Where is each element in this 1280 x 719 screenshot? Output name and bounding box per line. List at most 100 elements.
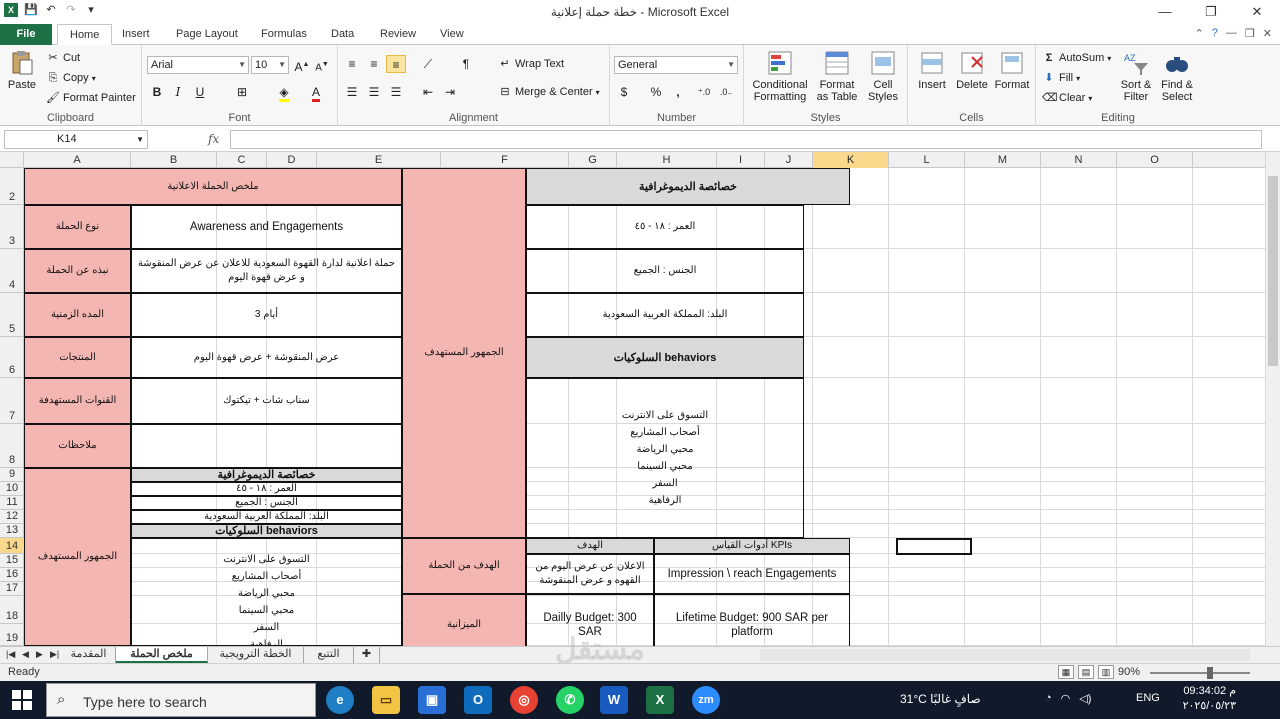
column-header[interactable]: D [267, 152, 317, 168]
prev-sheet-icon[interactable]: ◀ [22, 649, 29, 660]
about-value[interactable]: حملة اعلانية لدارة القهوة السعودية للاعل… [131, 249, 402, 293]
next-sheet-icon[interactable]: ▶ [36, 649, 43, 660]
active-cell-cursor[interactable] [896, 538, 972, 555]
zoom-level[interactable]: 90% [1118, 666, 1140, 678]
row-header[interactable]: 6 [0, 337, 24, 378]
duration-value[interactable]: أيام 3 [131, 293, 402, 337]
orientation-icon[interactable]: ⟋ [418, 55, 438, 73]
behaviors-list-small[interactable]: التسوق على الانترنت أصحاب المشاريع محبي … [131, 538, 402, 646]
merge-center-button[interactable]: ⊟ Merge & Center ▾ [498, 85, 599, 99]
insert-cells-button[interactable]: Insert [912, 49, 952, 91]
percent-icon[interactable]: % [646, 83, 666, 101]
shrink-font-icon[interactable]: A▼ [312, 56, 332, 74]
close-button[interactable]: ✕ [1234, 0, 1280, 24]
search-input[interactable]: Type here to search [83, 694, 207, 710]
sheet-tab-summary[interactable]: ملخص الحملة [116, 647, 208, 663]
row-header[interactable]: 7 [0, 378, 24, 424]
edge-icon[interactable]: e [326, 686, 354, 714]
fill-color-icon[interactable]: ◈ [274, 83, 294, 102]
help-icon[interactable]: ? [1212, 27, 1218, 40]
behaviors-list[interactable]: التسوق على الانترنت أصحاب المشاريع محبي … [526, 378, 804, 538]
font-color-icon[interactable]: A [306, 83, 326, 102]
sheet-tab-promo-plan[interactable]: الخطة الترويجية [208, 647, 304, 663]
minimize-ribbon-icon[interactable]: ⌃ [1195, 27, 1204, 40]
align-middle-icon[interactable]: ≡ [364, 55, 384, 73]
align-top-icon[interactable]: ≡ [342, 55, 362, 73]
outlook-icon[interactable]: O [464, 686, 492, 714]
tab-file[interactable]: File [0, 24, 52, 45]
page-break-view-icon[interactable]: ▥ [1098, 665, 1114, 679]
row-header[interactable]: 14 [0, 538, 24, 554]
row-header[interactable]: 5 [0, 293, 24, 337]
row-header[interactable]: 3 [0, 205, 24, 249]
row-header[interactable]: 13 [0, 524, 24, 538]
column-header[interactable]: H [617, 152, 717, 168]
workbook-restore-icon[interactable]: ❐ [1245, 27, 1255, 40]
row-header[interactable]: 4 [0, 249, 24, 293]
tab-view[interactable]: View [428, 24, 476, 45]
currency-icon[interactable]: $ [614, 83, 634, 101]
column-header[interactable]: C [217, 152, 267, 168]
last-sheet-icon[interactable]: ▶| [50, 649, 59, 660]
row-header[interactable]: 2 [0, 168, 24, 205]
column-header[interactable]: B [131, 152, 217, 168]
italic-button[interactable]: I [168, 83, 188, 101]
channels-value[interactable]: سناب شات + تيكتوك [131, 378, 402, 424]
store-icon[interactable]: ▣ [418, 686, 446, 714]
campaign-type-value[interactable]: Awareness and Engagements [131, 205, 402, 249]
font-size-select[interactable]: 10 ▼ [251, 56, 289, 74]
workbook-minimize-icon[interactable]: — [1226, 27, 1237, 40]
duration-label[interactable]: المده الزمنية [24, 293, 131, 337]
behaviors-title-small[interactable]: السلوكيات behaviors [131, 524, 402, 538]
behaviors-title[interactable]: السلوكيات behaviors [526, 337, 804, 378]
row-header[interactable]: 9 [0, 468, 24, 482]
vertical-scrollbar[interactable] [1265, 152, 1280, 646]
tab-formulas[interactable]: Formulas [249, 24, 319, 45]
sheet-tab-intro[interactable]: المقدمة [62, 647, 116, 663]
format-painter-button[interactable]: 🖌 Format Painter [46, 91, 136, 105]
products-label[interactable]: المنتجات [24, 337, 131, 378]
zoom-slider-knob[interactable] [1207, 667, 1213, 679]
row-header[interactable]: 19 [0, 624, 24, 646]
column-header[interactable]: A [24, 152, 131, 168]
demographics-title[interactable]: خصائصة الديموغرافية [526, 168, 850, 205]
column-header[interactable]: O [1117, 152, 1193, 168]
kpi-header[interactable]: أدوات القياس KPIs [654, 538, 850, 554]
word-icon[interactable]: W [600, 686, 628, 714]
tab-insert[interactable]: Insert [110, 24, 162, 45]
scrollbar-thumb[interactable] [1268, 176, 1278, 366]
format-cells-button[interactable]: Format [992, 49, 1032, 91]
row-header[interactable]: 17 [0, 582, 24, 596]
channels-label[interactable]: القنوات المستهدفة [24, 378, 131, 424]
bold-button[interactable]: B [147, 83, 167, 101]
minimize-button[interactable]: — [1142, 0, 1188, 24]
restore-button[interactable]: ❐ [1188, 0, 1234, 24]
first-sheet-icon[interactable]: |◀ [6, 649, 15, 660]
comma-icon[interactable]: , [668, 83, 688, 101]
products-value[interactable]: عرض المنقوشة + عرض قهوة اليوم [131, 337, 402, 378]
file-explorer-icon[interactable]: ▭ [372, 686, 400, 714]
normal-view-icon[interactable]: ▦ [1058, 665, 1074, 679]
wrap-text-button[interactable]: ↵ Wrap Text [498, 57, 564, 71]
insert-function-icon[interactable]: fx [208, 132, 219, 146]
number-format-select[interactable]: General ▼ [614, 56, 738, 74]
zoom-slider[interactable] [1150, 672, 1250, 674]
wifi-icon[interactable]: ◠ [1061, 692, 1071, 705]
align-left-icon[interactable]: ☰ [342, 83, 362, 101]
increase-indent-icon[interactable]: ⇥ [440, 83, 460, 101]
formula-input[interactable] [230, 130, 1262, 149]
cell-styles-button[interactable]: Cell Styles [862, 49, 904, 103]
align-right-icon[interactable]: ☰ [386, 83, 406, 101]
row-header[interactable]: 15 [0, 554, 24, 568]
format-as-table-button[interactable]: Format as Table [814, 49, 860, 103]
taskbar-clock[interactable]: 09:34:02 م ٢٠٢٥/٠٥/٢٣ [1168, 684, 1236, 714]
fill-button[interactable]: ⬇ Fill ▾ [1042, 71, 1080, 85]
column-header[interactable]: I [717, 152, 765, 168]
column-header[interactable]: E [317, 152, 441, 168]
column-header[interactable]: F [441, 152, 569, 168]
workbook-close-icon[interactable]: ✕ [1263, 27, 1272, 40]
autosum-button[interactable]: Σ AutoSum ▾ [1042, 51, 1112, 65]
find-select-button[interactable]: Find & Select [1156, 49, 1198, 103]
column-header[interactable]: G [569, 152, 617, 168]
age-small[interactable]: العمر : ١٨ - ٤٥ [131, 482, 402, 496]
